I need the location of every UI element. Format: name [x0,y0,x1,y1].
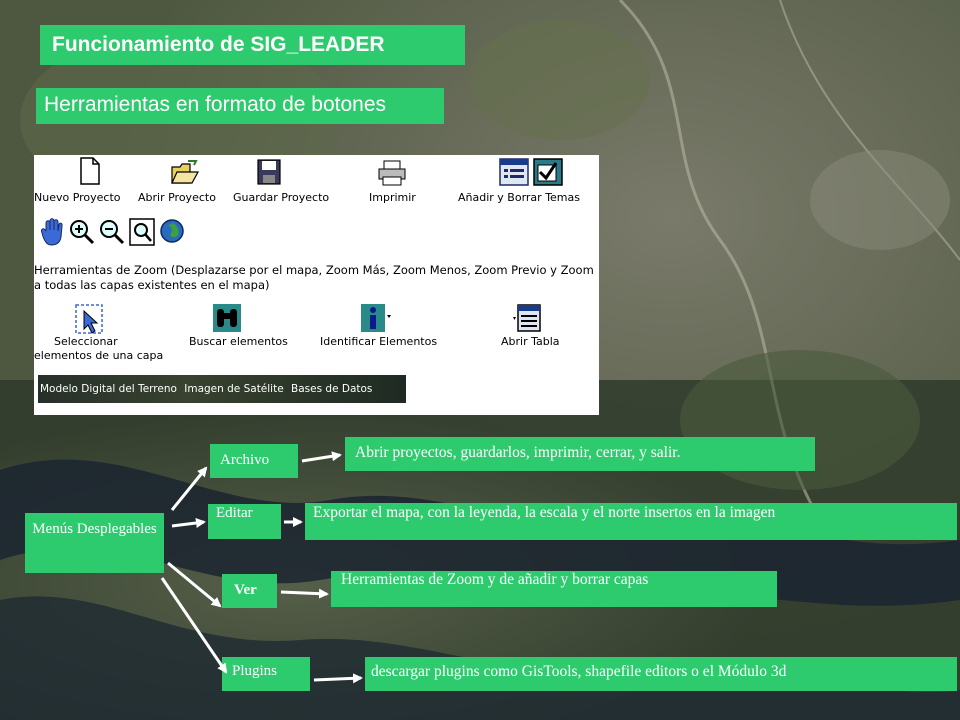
menu-editar[interactable]: Editar [208,504,281,539]
select-elements-label-line2: elementos de una capa [34,349,164,362]
info-icon[interactable] [360,303,392,333]
zoom-out-icon [100,220,125,245]
zoom-tools-icons[interactable] [38,217,188,247]
menu-ver[interactable]: Ver [222,574,277,608]
select-arrow-icon[interactable] [74,303,104,335]
menu-archivo[interactable]: Archivo [210,444,298,478]
zoom-extent-globe-icon [160,219,184,243]
new-file-icon[interactable] [78,157,102,185]
editar-description: Exportar el mapa, con la leyenda, la esc… [305,503,957,540]
archivo-description: Abrir proyectos, guardarlos, imprimir, c… [345,437,815,471]
plugins-description: descargar plugins como GisTools, shapefi… [365,657,957,691]
new-project-label: Nuevo Proyecto [34,191,121,204]
toolbar-screenshot-panel: Nuevo Proyecto Abrir Proyecto Guardar Pr… [34,155,599,415]
zoom-tools-description: Herramientas de Zoom (Desplazarse por el… [34,263,594,292]
zoom-in-icon [70,220,95,245]
dropdown-menus-box: Menús Desplegables [25,513,164,573]
floppy-disk-icon[interactable] [256,158,282,186]
table-icon[interactable] [512,303,542,333]
layers-bar: Modelo Digital del Terreno Imagen de Sat… [38,375,406,403]
add-remove-themes-label: Añadir y Borrar Temas [458,191,580,204]
add-remove-themes-icon[interactable] [498,157,564,187]
zoom-previous-icon [129,218,155,246]
identify-elements-label: Identificar Elementos [320,335,438,348]
save-project-label: Guardar Proyecto [233,191,330,204]
find-elements-label: Buscar elementos [189,335,288,348]
layer-databases[interactable]: Bases de Datos [291,383,372,395]
layer-dem[interactable]: Modelo Digital del Terreno [40,383,177,395]
select-elements-label: Seleccionar [54,335,118,348]
open-folder-icon[interactable] [170,159,200,187]
open-project-label: Abrir Proyecto [138,191,216,204]
menu-plugins[interactable]: Plugins [222,657,310,691]
layer-satellite-image[interactable]: Imagen de Satélite [184,383,283,395]
ver-description: Herramientas de Zoom y de añadir y borra… [331,571,777,607]
printer-icon[interactable] [377,160,407,186]
slide-subtitle: Herramientas en formato de botones [36,88,444,124]
binoculars-icon[interactable] [212,303,242,333]
slide-title: Funcionamiento de SIG_LEADER [40,25,465,65]
print-label: Imprimir [369,191,416,204]
open-table-label: Abrir Tabla [501,335,560,348]
pan-hand-icon [41,218,63,246]
